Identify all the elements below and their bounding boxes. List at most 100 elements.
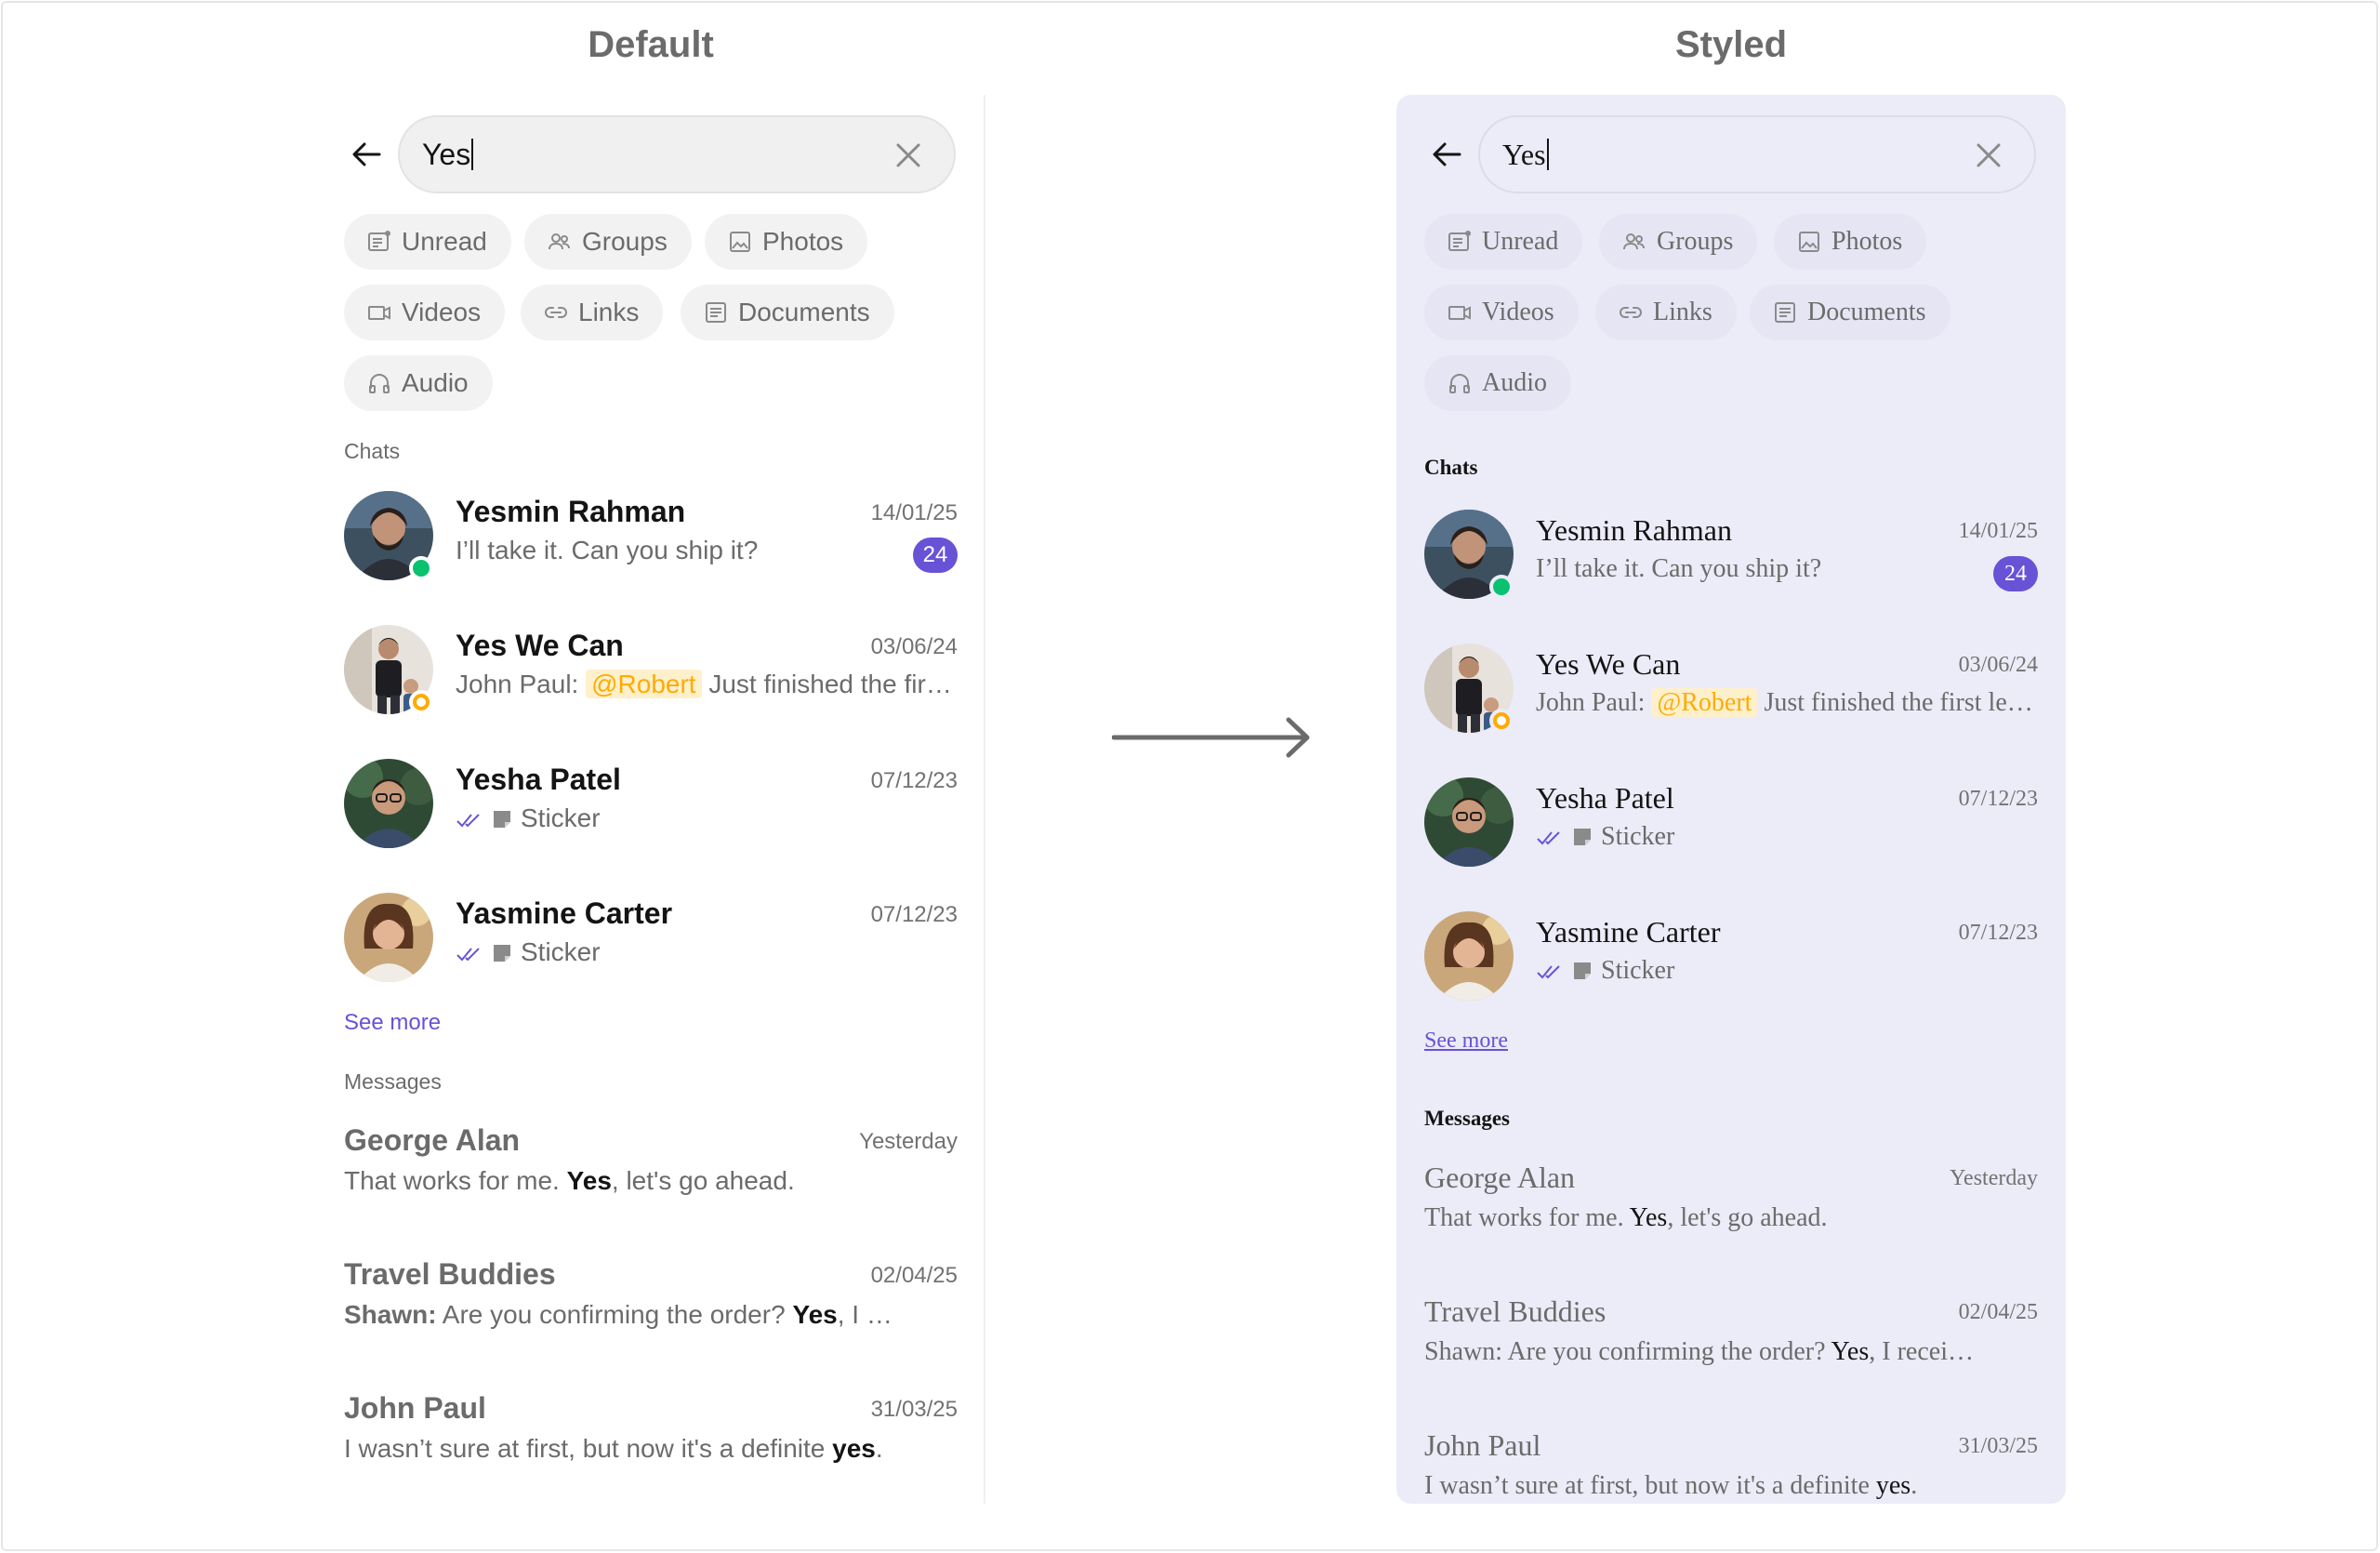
sticker-icon <box>494 945 510 962</box>
chip-links[interactable]: Links <box>521 285 664 340</box>
chat-item[interactable]: Yasmine Carter 07/12/23 Sticker <box>344 882 958 1002</box>
chip-photos[interactable]: Photos <box>705 214 868 270</box>
styled-title: Styled <box>1674 24 1788 65</box>
chat-item[interactable]: Yasmine Carter 07/12/23 Sticker <box>1424 900 2038 1021</box>
chip-unread[interactable]: Unread <box>344 214 511 270</box>
preview-text: Sticker <box>521 803 601 832</box>
chip-label: Photos <box>1831 227 1903 256</box>
chip-label: Unread <box>402 227 487 256</box>
video-icon <box>368 306 390 320</box>
chat-item[interactable]: Yesha Patel 07/12/23 Sticker <box>344 748 958 869</box>
chat-name: Yesmin Rahman <box>456 495 686 528</box>
chat-preview: John Paul: @Robert Just finished the fir… <box>1536 688 2038 718</box>
close-icon <box>1977 143 2001 167</box>
chats-section-label: Chats <box>1424 456 1478 479</box>
search-match: Yes <box>566 1166 612 1195</box>
message-date: 31/03/25 <box>1958 1434 2038 1458</box>
message-item[interactable]: Travel Buddies 02/04/25 Shawn: Are you c… <box>1424 1285 2038 1406</box>
chip-label: Documents <box>1807 298 1926 326</box>
message-item[interactable]: Travel Buddies 02/04/25 Shawn: Are you c… <box>344 1248 958 1369</box>
preview-text: Are you confirming the order? <box>436 1300 793 1329</box>
chip-documents[interactable]: Documents <box>1750 285 1950 340</box>
search-match: Yes <box>1629 1203 1668 1232</box>
chip-videos[interactable]: Videos <box>1424 285 1579 340</box>
default-title: Default <box>588 24 714 65</box>
link-icon <box>1620 307 1642 318</box>
chip-videos[interactable]: Videos <box>344 285 506 340</box>
chat-item[interactable]: Yesha Patel 07/12/23 Sticker <box>1424 766 2038 887</box>
chip-groups[interactable]: Groups <box>524 214 692 270</box>
chat-name: Yes We Can <box>456 629 624 662</box>
read-receipt-icon <box>1537 831 1560 845</box>
preview-text: Are you confirming the order? <box>1502 1337 1831 1366</box>
see-more-link[interactable]: See more <box>1424 1029 1508 1054</box>
arrow-right-icon <box>1112 717 1310 758</box>
message-preview: That works for me. Yes, let's go ahead. <box>344 1166 920 1196</box>
chip-label: Groups <box>1657 227 1734 256</box>
clear-search-button[interactable] <box>891 138 926 173</box>
chat-name: Yesha Patel <box>1536 781 1674 815</box>
chat-date: 07/12/23 <box>1958 921 2038 945</box>
chat-item[interactable]: Yes We Can 03/06/24 John Paul: @Robert J… <box>1424 632 2038 753</box>
chip-documents[interactable]: Documents <box>681 285 894 340</box>
preview-text: I wasn’t sure at first, but now it's a d… <box>344 1434 833 1463</box>
chat-preview: I’ll take it. Can you ship it? <box>456 536 759 564</box>
chip-groups[interactable]: Groups <box>1599 214 1758 270</box>
back-button[interactable] <box>346 134 387 175</box>
search-input[interactable]: Yes <box>1478 115 2036 193</box>
message-preview: Shawn: Are you confirming the order? Yes… <box>344 1300 892 1330</box>
message-title: John Paul <box>344 1391 486 1425</box>
message-item[interactable]: John Paul 31/03/25 I wasn’t sure at firs… <box>1424 1419 2038 1504</box>
arrow-left-icon <box>1433 142 1461 166</box>
chat-name: Yasmine Carter <box>1536 915 1721 949</box>
photo-icon <box>730 232 750 252</box>
message-item[interactable]: John Paul 31/03/25 I wasn’t sure at firs… <box>344 1382 958 1503</box>
chip-label: Audio <box>402 368 469 397</box>
groups-icon <box>1623 233 1645 250</box>
chat-date: 07/12/23 <box>1958 787 2038 811</box>
message-preview: That works for me. Yes, let's go ahead. <box>1424 1203 2001 1233</box>
chat-preview: Sticker <box>1536 822 2038 852</box>
message-date: Yesterday <box>859 1129 958 1154</box>
chip-label: Photos <box>762 227 844 256</box>
search-input[interactable]: Yes <box>398 115 956 193</box>
chip-audio[interactable]: Audio <box>344 355 493 411</box>
preview-sender: Shawn: <box>1424 1337 1502 1366</box>
chat-item[interactable]: Yesmin Rahman 14/01/25 I’ll take it. Can… <box>344 480 958 601</box>
chat-item[interactable]: Yes We Can 03/06/24 John Paul: @Robert J… <box>344 614 958 735</box>
search-match: yes <box>832 1434 876 1463</box>
chat-preview: Sticker <box>456 937 958 967</box>
chat-date: 07/12/23 <box>870 902 958 927</box>
chip-audio[interactable]: Audio <box>1424 355 1571 411</box>
search-bar: Yes <box>1396 115 2066 193</box>
chip-links[interactable]: Links <box>1595 285 1737 340</box>
message-title: Travel Buddies <box>344 1257 556 1291</box>
preview-text: That works for me. <box>344 1166 567 1195</box>
sticker-icon <box>494 811 510 828</box>
message-preview: I wasn’t sure at first, but now it's a d… <box>1424 1471 2038 1501</box>
search-value: Yes <box>422 138 471 171</box>
preview-text: Just finished the first lesson <box>1757 688 2038 717</box>
chip-label: Audio <box>1482 368 1547 397</box>
preview-text: , I received it <box>1869 1337 1982 1366</box>
chip-label: Videos <box>402 298 482 326</box>
message-item[interactable]: George Alan Yesterday That works for me.… <box>1424 1151 2038 1272</box>
chat-item[interactable]: Yesmin Rahman 14/01/25 I’ll take it. Can… <box>1424 498 2038 619</box>
group-indicator <box>1489 709 1514 733</box>
back-button[interactable] <box>1426 134 1467 175</box>
see-more-link[interactable]: See more <box>344 1010 441 1036</box>
preview-text: Sticker <box>1601 822 1675 851</box>
clear-search-button[interactable] <box>1971 138 2006 173</box>
chip-unread[interactable]: Unread <box>1424 214 1583 270</box>
chip-photos[interactable]: Photos <box>1774 214 1927 270</box>
read-receipt-icon <box>1537 965 1560 979</box>
preview-sender: John Paul: <box>1536 688 1646 717</box>
chat-date: 07/12/23 <box>870 768 958 793</box>
chat-date: 03/06/24 <box>870 634 958 659</box>
preview-text: Just finished the first lesson <box>708 670 958 698</box>
chat-preview: Sticker <box>1536 956 2038 986</box>
preview-text: Sticker <box>521 937 601 966</box>
chip-label: Unread <box>1482 227 1559 256</box>
unread-icon <box>368 231 390 251</box>
message-item[interactable]: George Alan Yesterday That works for me.… <box>344 1114 958 1235</box>
